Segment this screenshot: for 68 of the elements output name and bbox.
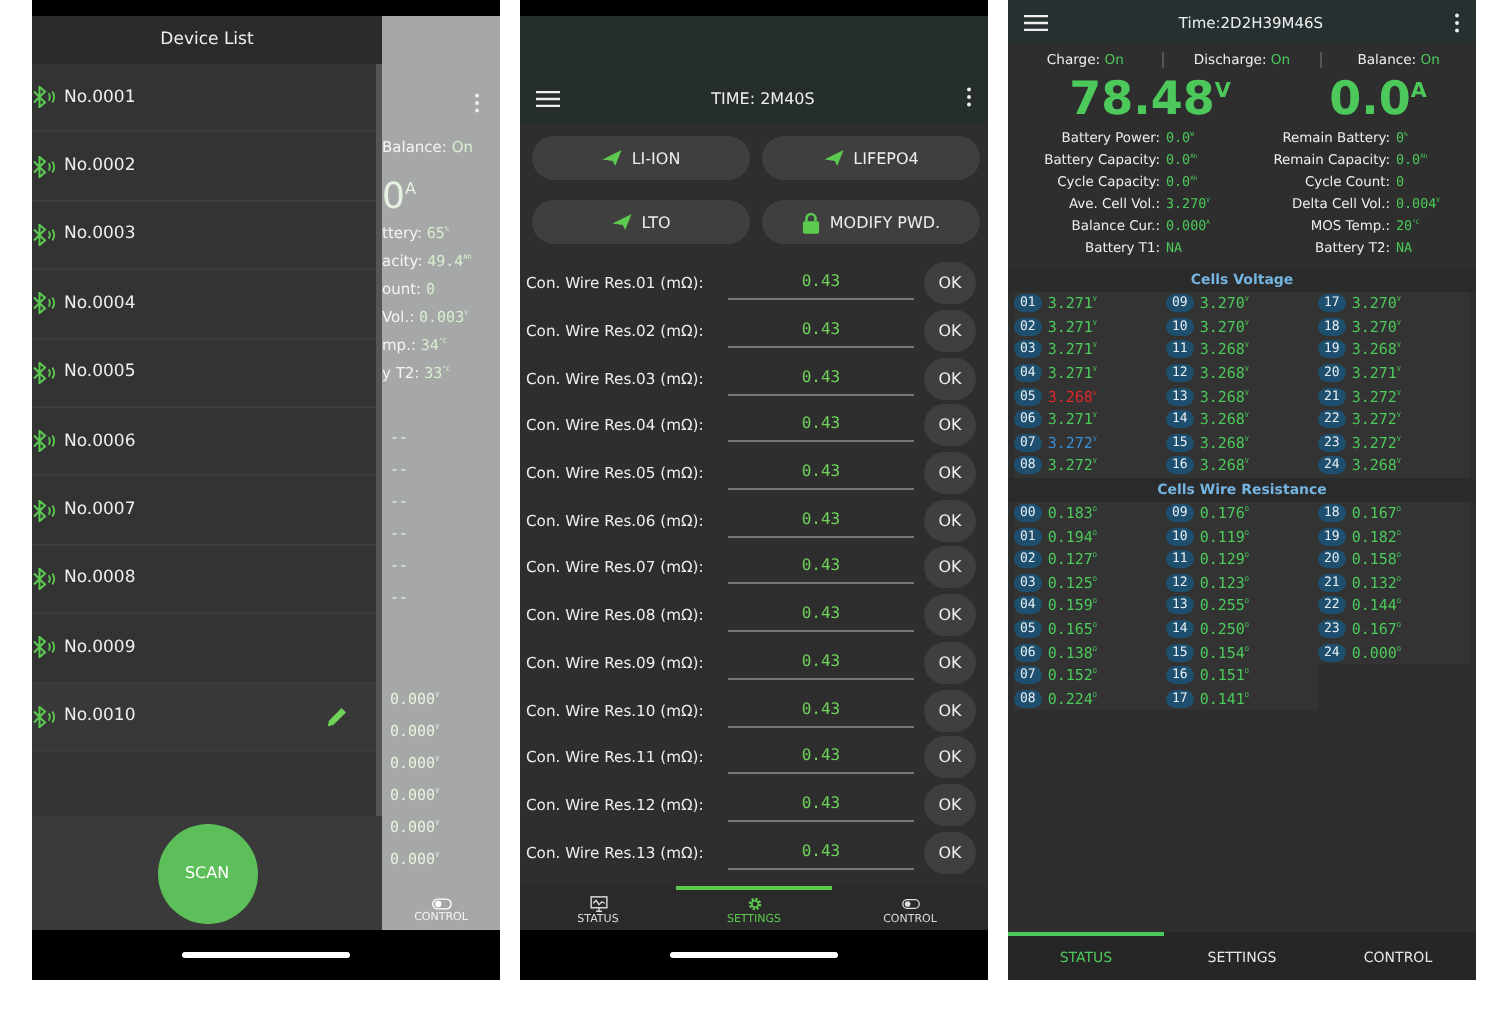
- device-item[interactable]: No.0010: [32, 683, 376, 752]
- device-item[interactable]: No.0007: [32, 476, 376, 546]
- current-reading: 0$^{A}$: [382, 176, 418, 220]
- menu-icon[interactable]: [1024, 13, 1048, 31]
- preset-button[interactable]: LI-ION: [532, 136, 750, 180]
- ok-button[interactable]: OK: [924, 404, 976, 447]
- bluetooth-icon: [32, 705, 58, 728]
- send-icon: [601, 150, 622, 166]
- ok-button[interactable]: OK: [924, 499, 976, 542]
- preset-button[interactable]: MODIFY PWD.: [762, 200, 980, 244]
- bluetooth-icon: [32, 499, 58, 522]
- ok-button[interactable]: OK: [924, 452, 976, 495]
- bluetooth-icon: [32, 430, 58, 453]
- device-item[interactable]: No.0001: [32, 64, 376, 133]
- value-field[interactable]: 0.43: [728, 503, 914, 538]
- ok-button[interactable]: OK: [924, 641, 976, 684]
- ok-button[interactable]: OK: [924, 736, 976, 779]
- value-field[interactable]: 0.43: [728, 266, 914, 301]
- bluetooth-icon: [32, 567, 58, 590]
- preset-button[interactable]: LTO: [532, 200, 750, 244]
- ok-button[interactable]: OK: [924, 689, 976, 732]
- value-field[interactable]: 0.43: [728, 598, 914, 633]
- value-field[interactable]: 0.43: [728, 361, 914, 396]
- more-icon[interactable]: [966, 86, 972, 108]
- bluetooth-icon: [32, 636, 58, 659]
- ok-button[interactable]: OK: [924, 262, 976, 305]
- voltage-reading: 78.48$^{V}$: [1069, 72, 1231, 128]
- monitor-icon: [589, 895, 607, 911]
- value-field[interactable]: 0.43: [728, 550, 914, 585]
- bluetooth-icon: [32, 361, 58, 384]
- more-icon[interactable]: [1454, 11, 1460, 33]
- toggle-icon: [901, 895, 919, 911]
- device-item[interactable]: No.0003: [32, 201, 376, 271]
- pencil-icon[interactable]: [326, 705, 348, 728]
- value-field[interactable]: 0.43: [728, 835, 914, 870]
- ok-button[interactable]: OK: [924, 594, 976, 637]
- ok-button[interactable]: OK: [924, 546, 976, 589]
- menu-icon[interactable]: [536, 90, 560, 108]
- value-field[interactable]: 0.43: [728, 693, 914, 728]
- more-icon: [474, 92, 480, 114]
- ok-button[interactable]: OK: [924, 357, 976, 400]
- send-icon: [823, 150, 844, 166]
- value-field[interactable]: 0.43: [728, 314, 914, 349]
- bluetooth-icon: [32, 86, 58, 109]
- bluetooth-icon: [32, 292, 58, 315]
- device-item[interactable]: No.0004: [32, 270, 376, 340]
- device-item[interactable]: No.0002: [32, 132, 376, 202]
- value-field[interactable]: 0.43: [728, 787, 914, 822]
- bluetooth-icon: [32, 155, 58, 178]
- send-icon: [611, 214, 632, 230]
- preset-button[interactable]: LIFEPO4: [762, 136, 980, 180]
- settings-icon: [745, 895, 763, 911]
- value-field[interactable]: 0.43: [728, 645, 914, 680]
- device-item[interactable]: No.0006: [32, 407, 376, 477]
- app-title: TIME: 2M40S: [709, 90, 817, 108]
- ok-button[interactable]: OK: [924, 831, 976, 874]
- ok-button[interactable]: OK: [924, 310, 976, 353]
- device-item[interactable]: No.0008: [32, 545, 376, 615]
- value-field[interactable]: 0.43: [728, 740, 914, 775]
- toggle-icon: [431, 898, 451, 910]
- drawer-title: Device List: [160, 30, 254, 50]
- value-field[interactable]: 0.43: [728, 456, 914, 491]
- device-item[interactable]: No.0005: [32, 339, 376, 408]
- value-field[interactable]: 0.43: [728, 408, 914, 443]
- bluetooth-icon: [32, 223, 58, 246]
- ok-button[interactable]: OK: [924, 783, 976, 826]
- lock-icon: [801, 211, 820, 233]
- current-reading: 0.0$^{A}$: [1329, 72, 1427, 128]
